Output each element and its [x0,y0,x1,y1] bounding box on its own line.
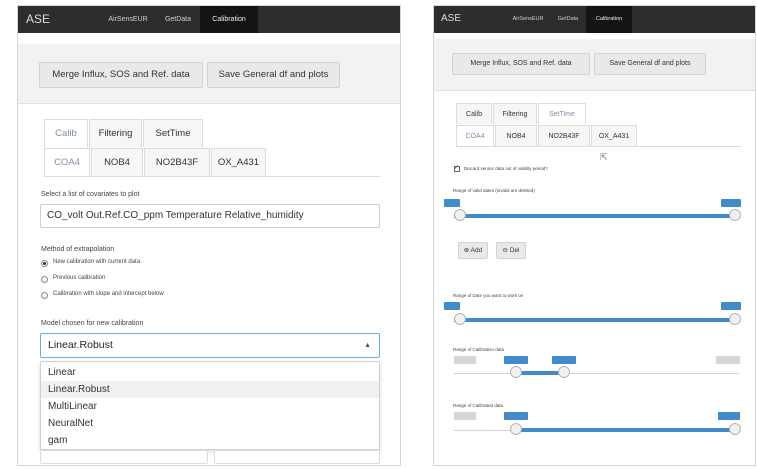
slider-min-badge [504,356,528,364]
slider-max-badge [721,302,741,310]
caret-up-icon: ▲ [364,342,371,349]
discard-checkbox[interactable] [454,164,460,172]
top-button-bar: Merge Influx, SOS and Ref. data Save Gen… [434,39,755,91]
extrapolation-label: Method of extrapolation [41,246,115,253]
model-option-neuralnet[interactable]: NeuralNet [41,415,379,432]
slider-min-handle[interactable] [454,209,466,221]
mouse-cursor-icon: ⇱ [600,152,608,162]
minus-circle-icon: ⊖ [502,247,508,254]
plus-circle-icon: ⊕ [463,247,470,254]
nav-item-calibration[interactable]: Calibration [200,6,258,33]
slider-grid-end-badge [716,356,740,364]
tab-filtering[interactable]: Filtering [493,103,537,124]
nav-item-airsenseur[interactable]: AirSensEUR [100,6,156,33]
slider-grid-start-badge [454,356,476,364]
radio-checked-icon [41,260,48,267]
tab-calib[interactable]: Calib [456,103,492,124]
covariates-label: Select a list of covariates to plot [41,191,140,198]
model-label: Model chosen for new calibration [41,320,144,327]
slider-range-fill [514,428,739,432]
model-option-multilinear[interactable]: MultiLinear [41,398,379,415]
slider-max-handle[interactable] [729,209,741,221]
slider-min-badge [504,412,528,420]
merge-data-button[interactable]: Merge Influx, SOS and Ref. data [452,53,590,75]
slider-grid-start-badge [454,412,476,420]
brand-title: ASE [26,12,51,26]
slider-min-handle[interactable] [510,423,522,435]
tab-settime[interactable]: SetTime [538,103,586,124]
slider-max-badge [552,356,576,364]
tab-coa4[interactable]: COA4 [44,148,90,176]
model-option-gam[interactable]: gam [41,432,379,449]
slider-max-handle[interactable] [729,423,741,435]
nav-item-calibration[interactable]: Calibration [586,6,632,33]
nav-item-getdata[interactable]: GetData [552,6,584,33]
slider-min-handle[interactable] [510,366,522,378]
tab-no2b43f[interactable]: NO2B43F [538,125,590,146]
merge-data-button[interactable]: Merge Influx, SOS and Ref. data [39,62,203,88]
tab-settime[interactable]: SetTime [143,119,203,147]
save-general-button[interactable]: Save General df and plots [594,53,706,75]
discard-label: Discard sensor data out of validity peri… [464,166,548,171]
slider-max-badge [721,199,741,207]
tab-no2b43f[interactable]: NO2B43F [144,148,210,176]
model-select-value: Linear.Robust [48,339,113,351]
navbar: ASE AirSensEUR GetData Calibration [18,6,400,33]
slider-max-badge [718,412,740,420]
tab-nob4[interactable]: NOB4 [91,148,143,176]
valid-dates-slider-label: Range of valid dates (invalid are delete… [453,188,535,193]
slider-max-handle[interactable] [729,313,741,325]
tab-divider [456,146,741,147]
nav-item-airsenseur[interactable]: AirSensEUR [506,6,550,33]
tab-filtering[interactable]: Filtering [89,119,142,147]
calibrated-data-slider-label: Range of Calibrated data [453,403,504,408]
slider-range-fill [454,214,739,218]
model-option-linear[interactable]: Linear [41,364,379,381]
slider-min-badge [444,302,460,310]
model-option-linear-robust[interactable]: Linear.Robust [41,381,379,398]
left-screenshot-panel: ASE AirSensEUR GetData Calibration Merge… [17,5,401,466]
tab-calib[interactable]: Calib [44,119,88,147]
add-button[interactable]: ⊕ Add [458,242,488,259]
slope-input[interactable] [40,450,208,464]
tab-nob4[interactable]: NOB4 [495,125,537,146]
model-dropdown-menu: Linear Linear.Robust MultiLinear NeuralN… [40,361,380,450]
radio-unchecked-icon [41,292,48,299]
brand-title: ASE [441,13,462,24]
model-select[interactable]: Linear.Robust ▲ [40,333,380,358]
navbar: ASE AirSensEUR GetData Calibration [434,6,755,33]
top-button-bar: Merge Influx, SOS and Ref. data Save Gen… [18,44,400,104]
tab-ox-a431[interactable]: OX_A431 [591,125,637,146]
tab-ox-a431[interactable]: OX_A431 [211,148,266,176]
nav-item-getdata[interactable]: GetData [158,6,198,33]
tab-divider [44,176,380,177]
slider-range-fill [454,318,739,322]
slider-max-handle[interactable] [558,366,570,378]
save-general-button[interactable]: Save General df and plots [207,62,340,88]
intercept-input[interactable] [214,450,380,464]
tab-coa4[interactable]: COA4 [456,125,494,146]
calibration-data-slider-label: Range of Calibration data [453,347,505,352]
radio-unchecked-icon [41,276,48,283]
del-button[interactable]: ⊖ Del [496,242,526,259]
slider-min-badge [444,199,460,207]
covariates-input[interactable]: CO_volt Out.Ref.CO_ppm Temperature Relat… [40,204,380,228]
work-dates-slider-label: Range of Date you want to work on [453,293,524,298]
slider-min-handle[interactable] [454,313,466,325]
right-screenshot-panel: ASE AirSensEUR GetData Calibration Merge… [433,5,756,466]
